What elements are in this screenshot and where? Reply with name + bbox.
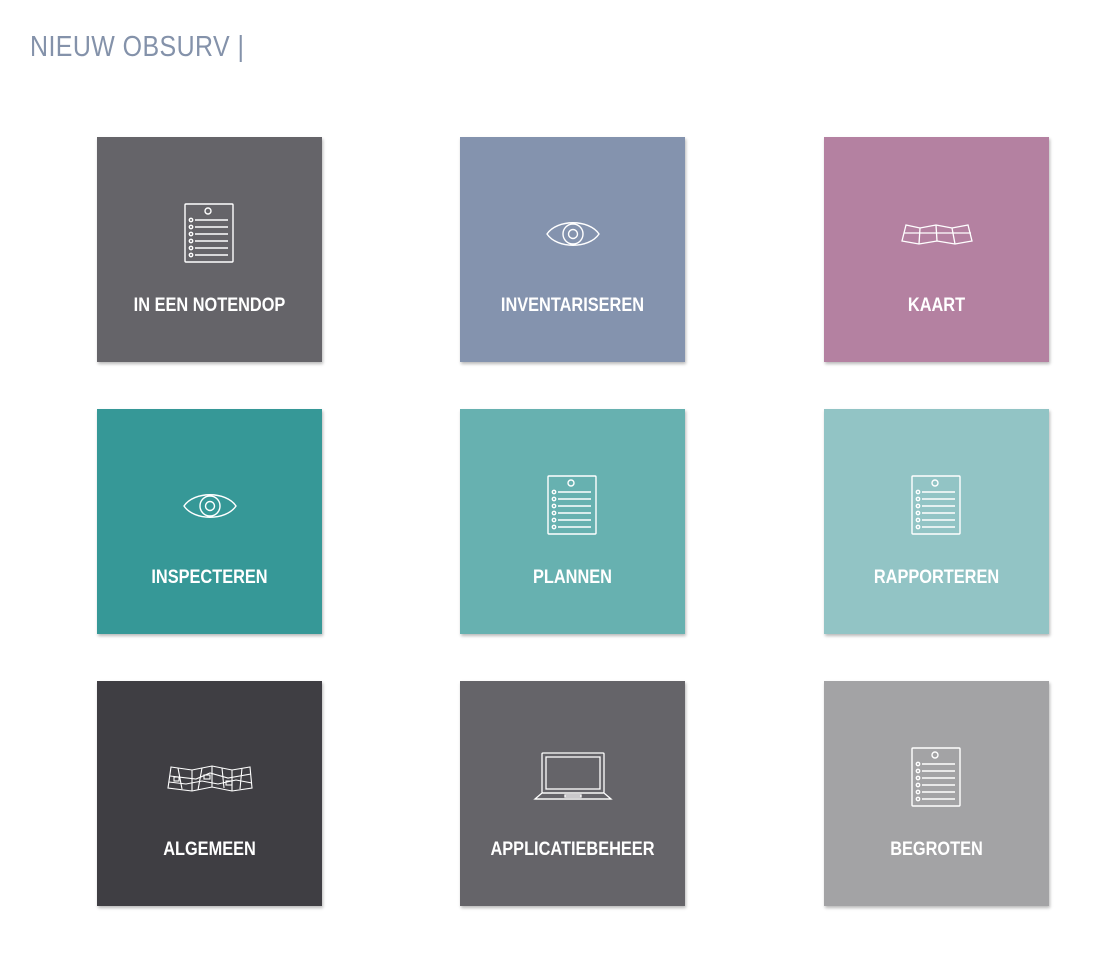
tile-label: ALGEMEEN	[163, 839, 256, 860]
laptop-icon	[460, 743, 685, 813]
tile-algemeen[interactable]: ALGEMEEN	[97, 681, 322, 906]
tile-plannen[interactable]: PLANNEN	[460, 409, 685, 634]
tile-label: IN EEN NOTENDOP	[133, 295, 286, 316]
tile-label: INSPECTEREN	[151, 567, 268, 588]
tile-begroten[interactable]: BEGROTEN	[824, 681, 1049, 906]
tile-label: RAPPORTEREN	[873, 567, 1000, 588]
tile-applicatiebeheer[interactable]: APPLICATIEBEHEER	[460, 681, 685, 906]
tile-inspecteren[interactable]: INSPECTEREN	[97, 409, 322, 634]
tile-rapporteren[interactable]: RAPPORTEREN	[824, 409, 1049, 634]
street-map-icon	[97, 743, 322, 813]
eye-icon	[97, 471, 322, 541]
checklist-icon	[824, 743, 1049, 813]
eye-icon	[460, 199, 685, 269]
checklist-icon	[97, 199, 322, 269]
tile-label: INVENTARISEREN	[500, 295, 645, 316]
app-title: NIEUW OBSURV |	[30, 31, 245, 63]
tile-label: KAART	[907, 295, 966, 316]
tile-label: APPLICATIEBEHEER	[490, 839, 655, 860]
tile-label: PLANNEN	[533, 567, 612, 588]
tile-kaart[interactable]: KAART	[824, 137, 1049, 362]
checklist-icon	[460, 471, 685, 541]
tile-inventariseren[interactable]: INVENTARISEREN	[460, 137, 685, 362]
checklist-icon	[824, 471, 1049, 541]
tile-label: BEGROTEN	[890, 839, 983, 860]
tile-in-een-notendop[interactable]: IN EEN NOTENDOP	[97, 137, 322, 362]
folded-map-icon	[824, 199, 1049, 269]
